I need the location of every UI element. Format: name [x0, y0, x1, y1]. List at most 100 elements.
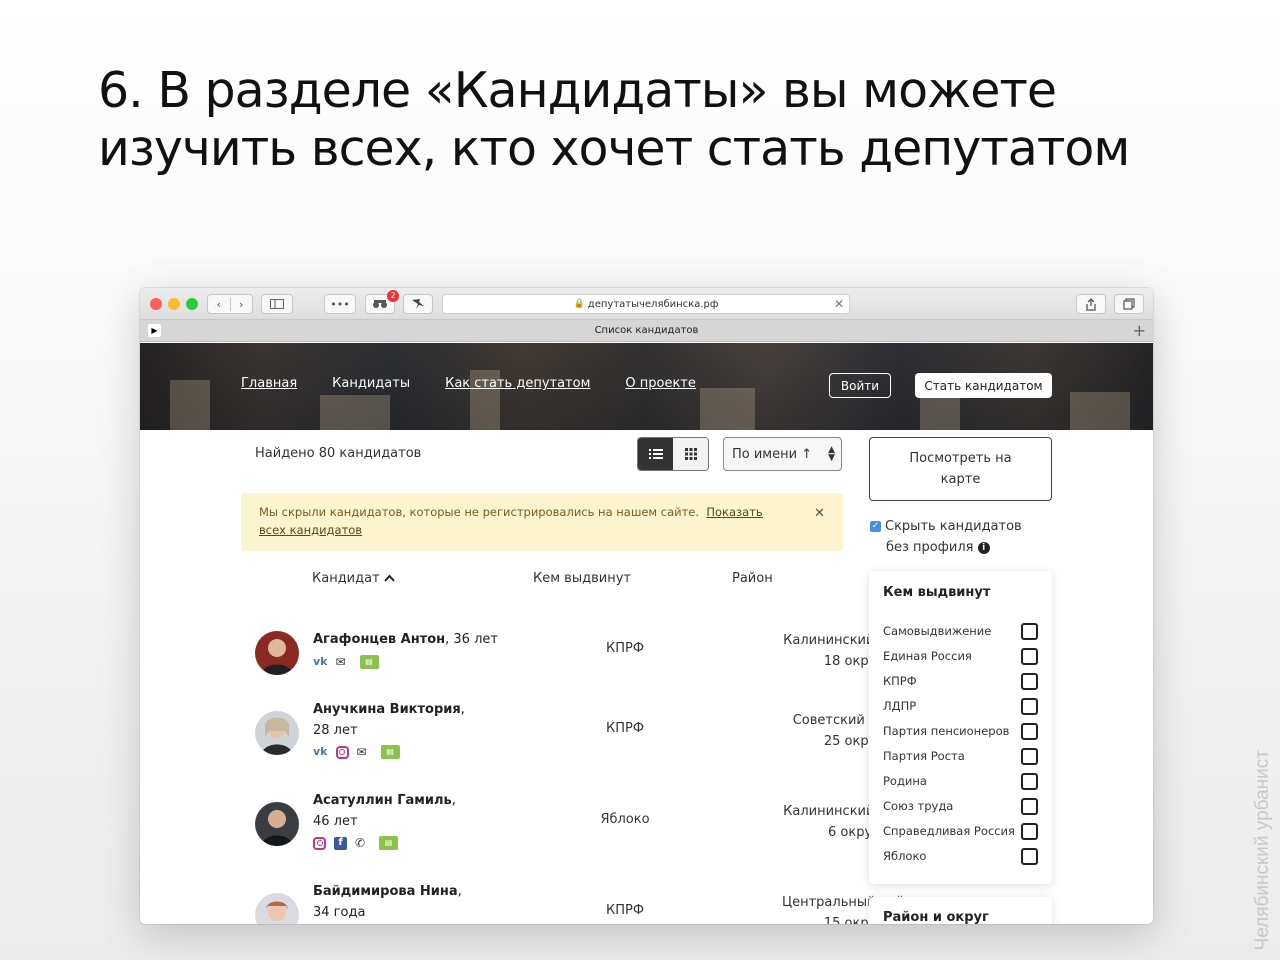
show-all-link-part-2[interactable]: всех кандидатов	[259, 523, 362, 537]
bird-icon	[412, 299, 424, 309]
filter-option[interactable]: Партия Роста	[883, 748, 1043, 765]
new-tab-button[interactable]: +	[1133, 321, 1146, 340]
mail-icon[interactable]: ✉	[336, 655, 346, 669]
extension-button-2[interactable]	[403, 294, 433, 314]
filter-option[interactable]: Союз труда	[883, 798, 1043, 815]
extension-button[interactable]: 2	[365, 290, 399, 314]
map-button-line-2: карте	[940, 472, 981, 487]
nav-about[interactable]: О проекте	[625, 376, 696, 391]
vk-icon[interactable]: vk	[313, 745, 328, 759]
close-window-button[interactable]	[150, 298, 162, 310]
show-all-link-part-1[interactable]: Показать	[706, 505, 762, 519]
avatar[interactable]	[255, 631, 299, 675]
share-button[interactable]	[1076, 294, 1106, 314]
slide-title-line-1: 6. В разделе «Кандидаты» вы можете	[98, 62, 1057, 119]
hide-no-profile-checkbox[interactable]: ✓ Скрыть кандидатов без профиля i	[870, 516, 1022, 558]
filter-checkbox[interactable]	[1021, 823, 1038, 840]
become-candidate-button[interactable]: Стать кандидатом	[915, 373, 1052, 398]
filter-checkbox[interactable]	[1021, 648, 1038, 665]
facebook-icon[interactable]: f	[334, 836, 347, 850]
view-on-map-button[interactable]: Посмотреть на карте	[869, 437, 1052, 501]
list-view-button[interactable]	[638, 438, 673, 470]
address-bar[interactable]: 🔒 депутатычелябинска.рф ✕	[442, 294, 850, 314]
profile-card-icon[interactable]: ▤	[359, 655, 379, 669]
zoom-window-button[interactable]	[186, 298, 198, 310]
candidate-name-text[interactable]: Байдимирова Нина	[313, 884, 458, 899]
sort-select[interactable]: По имени ↑ ▲ ▼	[723, 437, 842, 471]
filter-option[interactable]: Яблоко	[883, 848, 1043, 865]
slide-title: 6. В разделе «Кандидаты» вы можете изучи…	[98, 62, 1218, 178]
filter-option[interactable]: Самовыдвижение	[883, 623, 1043, 640]
filter-checkbox[interactable]	[1021, 848, 1038, 865]
forward-button[interactable]: ›	[231, 298, 253, 311]
filter-option[interactable]: ЛДПР	[883, 698, 1043, 715]
site-header: Главная Кандидаты Как стать депутатом О …	[140, 343, 1153, 430]
mail-icon[interactable]: ✉	[357, 745, 367, 759]
instagram-icon[interactable]	[313, 836, 326, 850]
column-header-party[interactable]: Кем выдвинут	[533, 571, 631, 586]
candidate-party: Яблоко	[600, 812, 650, 827]
avatar[interactable]	[255, 711, 299, 755]
show-tabs-button[interactable]	[1114, 294, 1144, 314]
profile-card-icon[interactable]: ▤	[379, 836, 399, 850]
filter-option-label: КПРФ	[883, 674, 917, 688]
column-header-candidate[interactable]: Кандидат	[312, 571, 395, 586]
tab-title[interactable]: Список кандидатов	[595, 325, 699, 336]
column-header-region[interactable]: Район	[732, 571, 773, 586]
map-button-line-1: Посмотреть на	[909, 451, 1012, 466]
nav-home[interactable]: Главная	[241, 376, 297, 391]
checkbox-checked-icon[interactable]: ✓	[870, 521, 881, 532]
column-header-candidate-label: Кандидат	[312, 571, 380, 586]
profile-card-icon[interactable]: ▤	[380, 745, 400, 759]
filter-option[interactable]: Единая Россия	[883, 648, 1043, 665]
avatar[interactable]	[255, 802, 299, 846]
city-photo-shape	[700, 388, 755, 430]
candidate-name-comma: ,	[460, 702, 465, 717]
nav-candidates[interactable]: Кандидаты	[332, 376, 410, 391]
avatar[interactable]	[255, 893, 299, 924]
filter-checkbox[interactable]	[1021, 798, 1038, 815]
city-photo-shape	[170, 380, 210, 430]
info-icon[interactable]: i	[977, 541, 990, 554]
nav-how-to-become[interactable]: Как стать депутатом	[445, 376, 590, 391]
filter-option[interactable]: Партия пенсионеров	[883, 723, 1043, 740]
phone-icon[interactable]: ✆	[355, 836, 365, 850]
filter-checkbox[interactable]	[1021, 773, 1038, 790]
select-arrows-icon: ▲ ▼	[828, 445, 835, 463]
grid-icon	[684, 448, 697, 460]
extensions-menu-button[interactable]: •••	[324, 294, 356, 314]
filter-checkbox[interactable]	[1021, 723, 1038, 740]
sort-asc-icon	[384, 574, 395, 582]
minimize-window-button[interactable]	[168, 298, 180, 310]
extension-badge: 2	[387, 290, 399, 302]
clear-address-icon[interactable]: ✕	[834, 297, 844, 311]
slide-title-line-2: изучить всех, кто хочет стать депутатом	[98, 120, 1130, 177]
filter-checkbox[interactable]	[1021, 748, 1038, 765]
grid-view-button[interactable]	[673, 438, 708, 470]
login-button[interactable]: Войти	[829, 373, 891, 398]
filter-option-label: Партия пенсионеров	[883, 724, 1010, 738]
hide-label-line-1: Скрыть кандидатов	[885, 519, 1022, 534]
region-filter: Район и округ	[869, 897, 1052, 924]
filter-checkbox[interactable]	[1021, 698, 1038, 715]
candidate-age: 34 года	[313, 905, 366, 920]
watermark: Челябинский урбанист	[1252, 749, 1273, 950]
filter-checkbox[interactable]	[1021, 623, 1038, 640]
media-play-icon[interactable]: ▶	[148, 324, 161, 337]
candidate-name-text[interactable]: Агафонцев Антон	[313, 632, 445, 647]
vk-icon[interactable]: vk	[313, 655, 328, 669]
sidebar-toggle-button[interactable]	[261, 294, 293, 314]
filter-option[interactable]: Справедливая Россия	[883, 823, 1043, 840]
close-notice-icon[interactable]: ✕	[814, 505, 825, 523]
filter-option[interactable]: Родина	[883, 773, 1043, 790]
candidate-name-text[interactable]: Асатуллин Гамиль	[313, 793, 452, 808]
filter-option[interactable]: КПРФ	[883, 673, 1043, 690]
candidate-party: КПРФ	[605, 641, 645, 656]
glasses-icon	[373, 300, 387, 308]
candidate-name-text[interactable]: Анучкина Виктория	[313, 702, 461, 717]
region-filter-title[interactable]: Район и округ	[883, 910, 989, 924]
filter-checkbox[interactable]	[1021, 673, 1038, 690]
party-filter: Кем выдвинут Самовыдвижение Единая Росси…	[869, 571, 1052, 884]
back-button[interactable]: ‹	[208, 297, 231, 311]
instagram-icon[interactable]	[335, 745, 349, 759]
